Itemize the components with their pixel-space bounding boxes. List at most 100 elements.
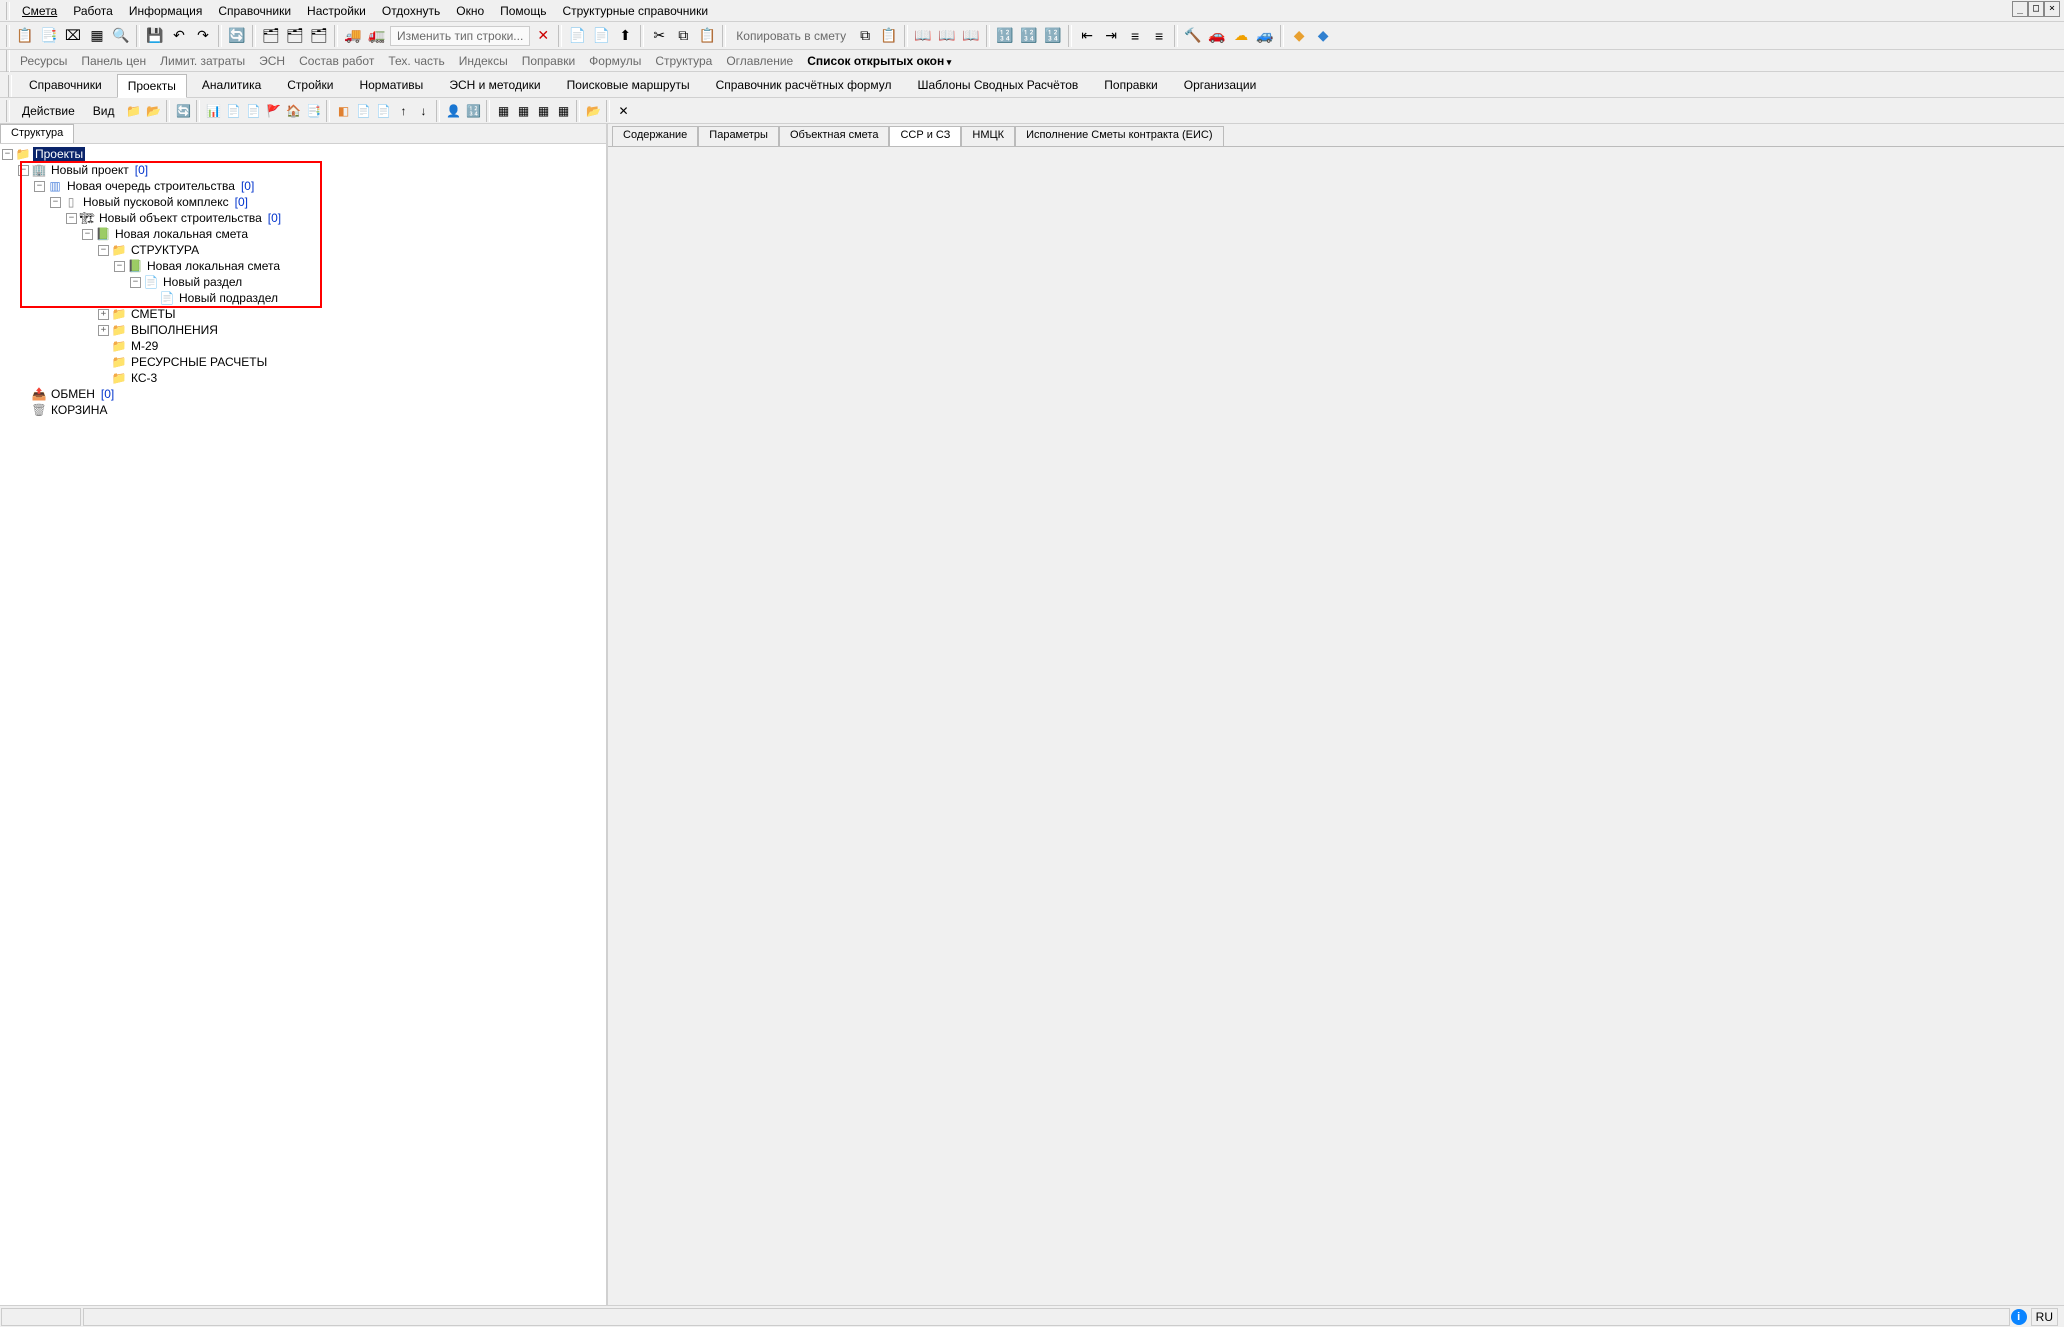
tree-item[interactable]: СМЕТЫ: [129, 307, 177, 321]
menu-rest[interactable]: Отдохнуть: [374, 2, 448, 20]
expander[interactable]: −: [50, 197, 61, 208]
view-menu[interactable]: Вид: [85, 102, 123, 120]
tb-popravki[interactable]: Поправки: [516, 52, 581, 70]
indent-r-icon[interactable]: ⇥: [1100, 25, 1122, 47]
doc-new-icon[interactable]: 📋: [14, 25, 36, 47]
folder1-icon[interactable]: 📁: [124, 102, 142, 120]
tree-item[interactable]: Новый пусковой комплекс: [81, 195, 231, 209]
truck2-icon[interactable]: 🚛: [366, 25, 388, 47]
menu-window[interactable]: Окно: [448, 2, 492, 20]
menu-info[interactable]: Информация: [121, 2, 210, 20]
tree-item[interactable]: Новый проект: [49, 163, 131, 177]
tree-item[interactable]: Новая локальная смета: [113, 227, 250, 241]
info-icon[interactable]: i: [2011, 1309, 2027, 1325]
copy-to-smeta[interactable]: Копировать в смету: [730, 27, 852, 45]
tb-index[interactable]: Индексы: [453, 52, 514, 70]
tb-price-panel[interactable]: Панель цен: [75, 52, 152, 70]
hammer-icon[interactable]: 🔨: [1182, 25, 1204, 47]
redo-icon[interactable]: ↷: [192, 25, 214, 47]
tab-popravki[interactable]: Поправки: [1093, 73, 1168, 97]
grid4-icon[interactable]: ▦: [554, 102, 572, 120]
rtab-nmck[interactable]: НМЦК: [961, 126, 1015, 146]
menu-smeta[interactable]: Смета: [14, 2, 65, 20]
cancel-icon[interactable]: ⌧: [62, 25, 84, 47]
book1-icon[interactable]: 📖: [912, 25, 934, 47]
rtab-params[interactable]: Параметры: [698, 126, 779, 146]
rtab-content[interactable]: Содержание: [612, 126, 698, 146]
menu-settings[interactable]: Настройки: [299, 2, 374, 20]
expander[interactable]: +: [98, 309, 109, 320]
tree-item[interactable]: СТРУКТУРА: [129, 243, 201, 257]
menu-struct[interactable]: Структурные справочники: [554, 2, 716, 20]
stack2-icon[interactable]: 🗂: [284, 25, 306, 47]
page1-icon[interactable]: 📄: [224, 102, 242, 120]
tab-sprav[interactable]: Справочники: [18, 73, 113, 97]
stack-orange-icon[interactable]: ◆: [1288, 25, 1310, 47]
tree-item[interactable]: Новый раздел: [161, 275, 244, 289]
tree-item[interactable]: КОРЗИНА: [49, 403, 109, 417]
paste-doc-icon[interactable]: 📋: [878, 25, 900, 47]
up-arrow-icon[interactable]: ↑: [394, 102, 412, 120]
tree-item[interactable]: РЕСУРСНЫЕ РАСЧЕТЫ: [129, 355, 269, 369]
grid2-icon[interactable]: ▦: [514, 102, 532, 120]
project-tree[interactable]: − 📁 Проекты − 🏢 Новый проект [0] − ▥ Нов…: [0, 144, 606, 1305]
recalc1-icon[interactable]: 🔢: [994, 25, 1016, 47]
search-icon[interactable]: 🔍: [110, 25, 132, 47]
grid3-icon[interactable]: ▦: [534, 102, 552, 120]
flag-icon[interactable]: 🚩: [264, 102, 282, 120]
close-x-icon[interactable]: ✕: [614, 102, 632, 120]
list-icon[interactable]: ≡: [1148, 25, 1170, 47]
refresh2-icon[interactable]: 🔄: [174, 102, 192, 120]
person-icon[interactable]: 👤: [444, 102, 462, 120]
tree-item[interactable]: Новая локальная смета: [145, 259, 282, 273]
tree-item[interactable]: ВЫПОЛНЕНИЯ: [129, 323, 220, 337]
menu-help[interactable]: Помощь: [492, 2, 554, 20]
tb-struct[interactable]: Структура: [649, 52, 718, 70]
tab-normativy[interactable]: Нормативы: [348, 73, 434, 97]
multi-icon[interactable]: 📑: [304, 102, 322, 120]
recalc2-icon[interactable]: 🔢: [1018, 25, 1040, 47]
delete-x-icon[interactable]: ✕: [532, 25, 554, 47]
tab-org[interactable]: Организации: [1173, 73, 1268, 97]
rtab-eis[interactable]: Исполнение Сметы контракта (ЕИС): [1015, 126, 1223, 146]
tb-formulas[interactable]: Формулы: [583, 52, 647, 70]
copy-doc-icon[interactable]: ⧉: [854, 25, 876, 47]
rtab-object[interactable]: Объектная смета: [779, 126, 890, 146]
page2-icon[interactable]: 📄: [244, 102, 262, 120]
tree-root[interactable]: Проекты: [33, 147, 85, 161]
tab-analytics[interactable]: Аналитика: [191, 73, 272, 97]
tab-stroyki[interactable]: Стройки: [276, 73, 344, 97]
page-b-icon[interactable]: 📄: [590, 25, 612, 47]
book2-icon[interactable]: 📖: [936, 25, 958, 47]
tree-item[interactable]: Новый подраздел: [177, 291, 280, 305]
paste-icon[interactable]: 📋: [696, 25, 718, 47]
expander[interactable]: −: [130, 277, 141, 288]
tree-item[interactable]: Новый объект строительства: [97, 211, 264, 225]
action-menu[interactable]: Действие: [14, 102, 83, 120]
tab-formulas[interactable]: Справочник расчётных формул: [705, 73, 903, 97]
folder-open-icon[interactable]: 📂: [144, 102, 162, 120]
left-tab-structure[interactable]: Структура: [0, 124, 74, 143]
tb-sostav[interactable]: Состав работ: [293, 52, 380, 70]
expander[interactable]: −: [66, 213, 77, 224]
tb-limit[interactable]: Лимит. затраты: [154, 52, 251, 70]
tree-item[interactable]: Новая очередь строительства: [65, 179, 237, 193]
expander[interactable]: −: [2, 149, 13, 160]
recalc3-icon[interactable]: 🔢: [1042, 25, 1064, 47]
copy-icon[interactable]: ⧉: [672, 25, 694, 47]
tb-esn[interactable]: ЭСН: [253, 52, 291, 70]
calc-icon[interactable]: 🔢: [464, 102, 482, 120]
doc-list-icon[interactable]: 📑: [38, 25, 60, 47]
expander[interactable]: −: [114, 261, 125, 272]
truck-icon[interactable]: 🚚: [342, 25, 364, 47]
stack-blue-icon[interactable]: ◆: [1312, 25, 1334, 47]
indent-l-icon[interactable]: ⇤: [1076, 25, 1098, 47]
menu-rabota[interactable]: Работа: [65, 2, 121, 20]
expander[interactable]: +: [98, 325, 109, 336]
down-arrow-icon[interactable]: ↓: [414, 102, 432, 120]
page-up-icon[interactable]: ⬆: [614, 25, 636, 47]
save-icon[interactable]: 💾: [144, 25, 166, 47]
maximize-button[interactable]: □: [2028, 1, 2044, 17]
expander[interactable]: −: [34, 181, 45, 192]
grid1-icon[interactable]: ▦: [494, 102, 512, 120]
